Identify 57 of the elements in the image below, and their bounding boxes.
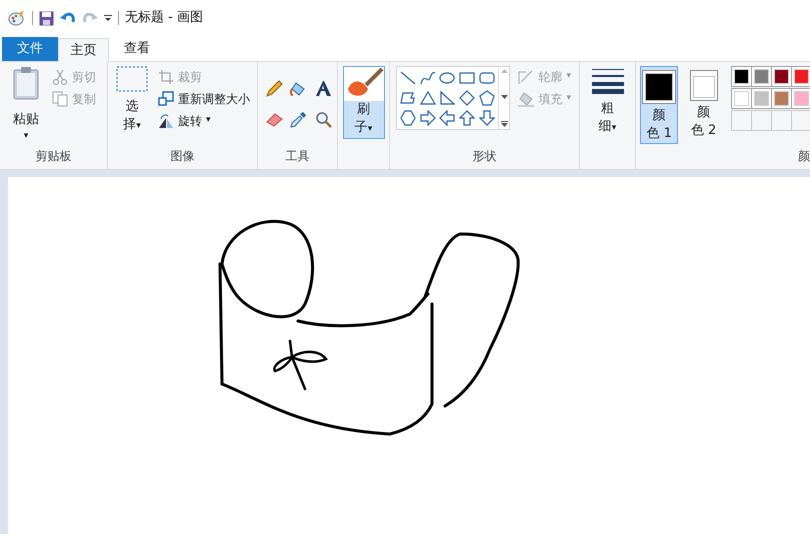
group-label: 剪贴板: [34, 148, 72, 165]
right-arrow-icon[interactable]: [420, 110, 436, 126]
text-icon[interactable]: [314, 80, 332, 97]
ribbon-button[interactable]: 旋转 ▾: [156, 110, 252, 132]
dropdown-icon[interactable]: [104, 14, 112, 22]
left-arrow-icon[interactable]: [439, 110, 456, 126]
hexagon-icon[interactable]: [400, 110, 416, 126]
window-title: 无标题 - 画图: [125, 9, 203, 28]
size-button[interactable]: 粗 细▾: [592, 68, 624, 137]
magnifier-icon[interactable]: [314, 111, 332, 128]
group-label: 图像: [170, 148, 196, 165]
eraser-icon[interactable]: [266, 111, 283, 128]
palette-app-icon[interactable]: [8, 10, 26, 26]
curve-icon[interactable]: [420, 70, 436, 86]
pencil-icon[interactable]: [266, 80, 283, 97]
ribbon-tab[interactable]: 主页: [58, 38, 109, 62]
pentagon-icon[interactable]: [478, 90, 495, 106]
ribbon-tab[interactable]: 查看: [109, 37, 165, 61]
group-label: 颜: [798, 148, 810, 165]
rectangle-icon[interactable]: [459, 70, 476, 86]
ribbon-button[interactable]: 重新调整大小: [156, 88, 252, 110]
color-swatch[interactable]: [790, 66, 810, 87]
expand-icon[interactable]: [500, 121, 508, 127]
right-triangle-icon[interactable]: [439, 90, 456, 106]
line-icon[interactable]: [400, 70, 416, 86]
polygon-icon[interactable]: [400, 90, 416, 106]
undo-icon[interactable]: [60, 11, 76, 25]
outline-icon: [518, 69, 534, 85]
paste-button[interactable]: 粘贴 ▾: [6, 66, 46, 143]
group-label: 形状: [472, 148, 498, 165]
diamond-icon[interactable]: [459, 90, 476, 106]
clipboard-icon: [12, 66, 40, 100]
file-menu-button[interactable]: 文件: [2, 37, 58, 61]
save-icon[interactable]: [39, 10, 54, 26]
rounded-rectangle-icon[interactable]: [478, 70, 495, 86]
brush-button[interactable]: 刷 子▾: [342, 66, 384, 139]
rotate-icon: [158, 113, 174, 129]
line-width-icon: [592, 68, 624, 94]
scroll-down-icon[interactable]: [500, 95, 508, 99]
crop-icon: [158, 69, 174, 85]
oval-icon[interactable]: [439, 70, 456, 86]
scissors-icon: [52, 69, 68, 85]
fill-icon: [518, 91, 534, 107]
resize-icon: [158, 91, 174, 107]
color-picker-icon[interactable]: [290, 111, 308, 128]
color-swatch[interactable]: [790, 88, 810, 109]
brush-icon: [344, 67, 384, 101]
color-button[interactable]: 颜 色 2: [684, 66, 723, 144]
fill-bucket-icon[interactable]: [290, 80, 308, 97]
down-arrow-icon[interactable]: [478, 110, 495, 126]
triangle-icon[interactable]: [420, 90, 436, 106]
copy-icon: [52, 91, 68, 107]
up-arrow-icon[interactable]: [459, 110, 476, 126]
select-button[interactable]: 选 择▾: [114, 66, 150, 135]
group-label: 工具: [284, 148, 310, 165]
selection-icon: [116, 66, 148, 92]
color-button[interactable]: 颜 色 1: [640, 66, 678, 144]
